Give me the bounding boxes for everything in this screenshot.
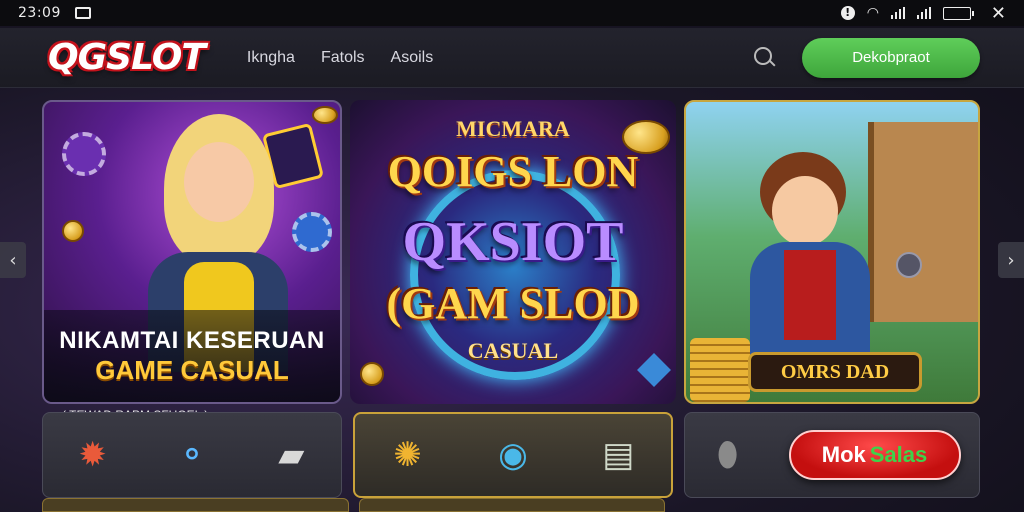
- category-tile-3[interactable]: ⬮ Mok Salas: [684, 412, 980, 498]
- preview-tile: [675, 498, 980, 512]
- coin-stack-icon: [690, 338, 750, 402]
- close-icon[interactable]: ✕: [991, 3, 1006, 24]
- nav-item-2[interactable]: Fatols: [321, 49, 365, 67]
- lion-badge-icon: ✺: [393, 435, 422, 475]
- card-1-title: NIKAMTAI KESERUAN: [59, 326, 325, 354]
- character-face: [772, 176, 838, 246]
- site-logo[interactable]: QGSLOT: [48, 37, 206, 78]
- card-3-banner: OMRS DAD: [748, 352, 922, 392]
- site-header: QGSLOT Ikngha Fatols Asoils Dekobpraot: [0, 28, 1024, 88]
- battery-icon: [942, 6, 974, 20]
- status-time: 23:09: [18, 5, 61, 21]
- preview-tile: [42, 498, 349, 512]
- promo-accent-text: Salas: [869, 442, 928, 467]
- coin-icon: [62, 220, 84, 242]
- carousel-card-2[interactable]: MICMARA QOIGS LON QKSIOT (GAM SLOD CASUA…: [350, 100, 676, 404]
- mask-icon: ⬮: [716, 435, 739, 475]
- carousel-card-1[interactable]: NIKAMTAI KESERUAN GAME CASUAL: [42, 100, 342, 404]
- signal-icon-2: [916, 7, 931, 19]
- slot-reel-icon: ◉: [498, 435, 528, 475]
- carousel-next-button[interactable]: ›: [998, 242, 1024, 278]
- card-2-title-3: (GAM SLOD: [386, 279, 640, 328]
- microphone-icon: [896, 252, 922, 278]
- card-1-caption: NIKAMTAI KESERUAN GAME CASUAL: [44, 310, 340, 402]
- nav-item-3[interactable]: Asoils: [391, 49, 434, 67]
- chevron-left-icon: ‹: [9, 249, 17, 271]
- preview-tile: [358, 498, 666, 512]
- category-tiles: ( TEWAD RAPM SFUOEL ) ✹ ⚬ ▰ ✺ ◉ ▤ ⬮ Mok …: [0, 408, 1024, 512]
- hut-illustration: [868, 122, 978, 322]
- promo-button[interactable]: Mok Salas: [788, 430, 961, 480]
- poker-chip-icon: [62, 132, 106, 176]
- main-nav: Ikngha Fatols Asoils: [247, 49, 433, 67]
- category-tile-2[interactable]: ✺ ◉ ▤: [353, 412, 673, 498]
- wifi-icon: ◠: [866, 5, 879, 21]
- card-2-title-2: QKSIOT: [402, 211, 624, 273]
- lottery-balls-icon: ⚬: [177, 435, 207, 475]
- cash-stack-icon: ▤: [602, 435, 635, 475]
- promo-text: Mok: [821, 442, 866, 467]
- card-1-subtitle: GAME CASUAL: [95, 354, 289, 385]
- nav-item-1[interactable]: Ikngha: [247, 49, 295, 67]
- next-row-preview: [42, 498, 980, 512]
- card-2-eyebrow: MICMARA: [456, 116, 570, 141]
- coin-icon: [312, 106, 338, 124]
- character-face: [184, 142, 254, 222]
- ticket-icon: ▰: [278, 435, 305, 475]
- chevron-right-icon: ›: [1007, 249, 1015, 271]
- star-badge-icon: ✹: [78, 435, 107, 475]
- hero-carousel: ‹ NIKAMTAI KESERUAN GAME CASUAL MICMARA …: [0, 96, 1024, 406]
- notification-icon: [74, 7, 91, 19]
- register-button[interactable]: Dekobpraot: [802, 37, 980, 78]
- poker-chip-icon: [292, 212, 332, 252]
- carousel-card-3[interactable]: OMRS DAD: [684, 100, 980, 404]
- card-2-subtitle: CASUAL: [467, 338, 559, 363]
- coin-icon: [360, 362, 384, 386]
- signal-icon: [890, 7, 905, 19]
- status-bar: 23:09 ! ◠ ✕: [0, 0, 1024, 26]
- category-tile-1[interactable]: ✹ ⚬ ▰: [42, 412, 342, 498]
- character-shirt: [784, 250, 836, 340]
- card-2-title-1: QOIGS LON: [387, 147, 639, 196]
- alert-icon: !: [840, 6, 855, 20]
- search-icon[interactable]: [752, 45, 778, 71]
- carousel-prev-button[interactable]: ‹: [0, 242, 26, 278]
